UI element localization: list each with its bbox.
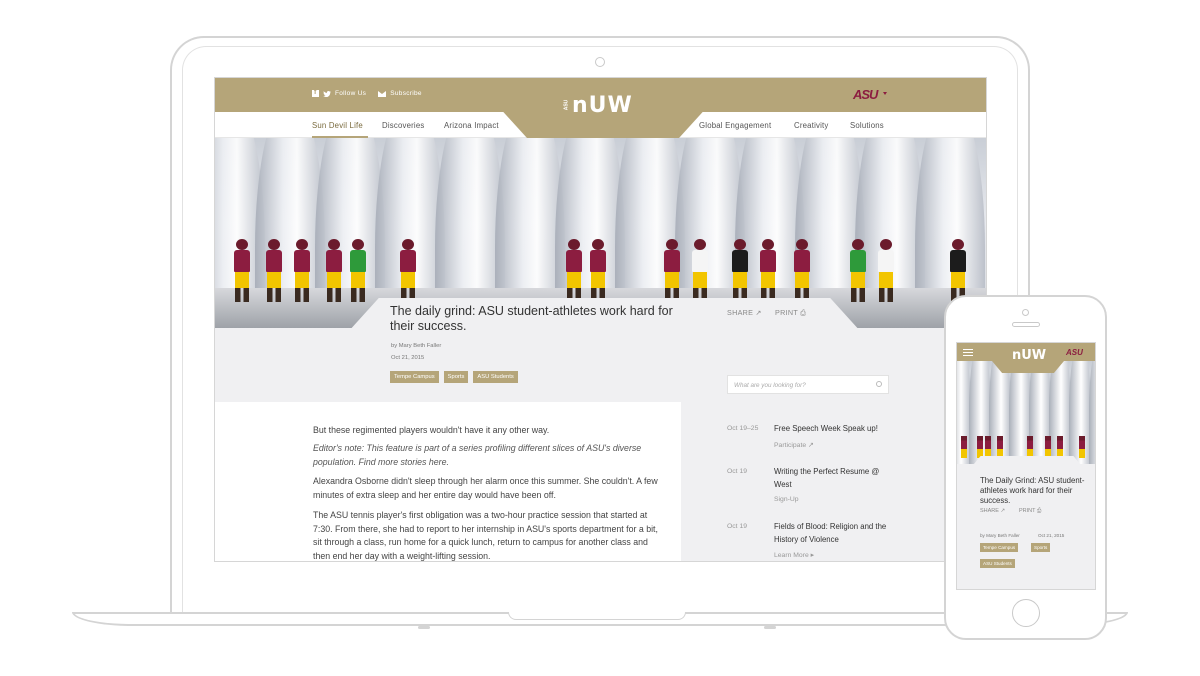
event-date: Oct 19 [727,468,748,475]
article-paragraph: The ASU tennis player's first obligation… [313,510,658,561]
event-link[interactable]: Learn More ▸ [774,551,814,559]
mobile-asu-logo[interactable]: ASU [1066,348,1083,357]
phone-screen: nUW ASU The Daily Grind: ASU student-ath… [956,342,1096,590]
mobile-asu-now-logo[interactable]: nUW [1012,348,1046,363]
chevron-down-icon[interactable] [883,92,887,95]
article-title: The daily grind: ASU student-athletes wo… [390,304,673,333]
share-button[interactable]: SHARE ↗ [727,308,762,317]
mobile-date: Oct 21, 2015 [1038,533,1065,538]
laptop-screen: Follow Us Subscribe ASU Sun Devil Life D… [214,77,987,562]
article-paragraph: Alexandra Osborne didn't sleep through h… [313,476,658,500]
print-button[interactable]: PRINT ⎙ [775,308,806,318]
search-placeholder: What are you looking for? [734,382,806,389]
nav-discoveries[interactable]: Discoveries [382,121,425,130]
nav-creativity[interactable]: Creativity [794,121,829,130]
mail-icon [378,90,387,97]
tag-tempe-campus[interactable]: Tempe Campus [390,371,439,383]
nav-solutions[interactable]: Solutions [850,121,884,130]
nav-arizona-impact[interactable]: Arizona Impact [444,121,499,130]
facebook-icon[interactable] [312,89,319,97]
mobile-byline: by Mary Beth Faller [980,533,1020,538]
event-link[interactable]: Sign-Up [774,496,799,503]
event-date: Oct 19–25 [727,425,759,432]
mobile-hero-notch [969,456,1085,470]
mobile-article-title: The Daily Grind: ASU student-athletes wo… [980,476,1085,505]
event-date: Oct 19 [727,523,748,530]
article-body: But these regimented players wouldn't ha… [215,402,681,561]
event-title[interactable]: Fields of Blood: Religion and the Histor… [774,521,894,546]
menu-icon[interactable] [963,349,973,356]
event-title[interactable]: Free Speech Week Speak up! [774,423,894,436]
event-title[interactable]: Writing the Perfect Resume @ West [774,466,894,491]
laptop-foot [418,626,430,629]
mobile-print-button[interactable]: PRINT ⎙ [1019,508,1041,515]
mobile-share-button[interactable]: SHARE ↗ [980,508,1005,514]
asu-logo[interactable]: ASU [853,87,878,102]
article-date: Oct 21, 2015 [391,355,425,361]
mobile-hero-image [957,361,1095,464]
twitter-icon[interactable] [323,90,331,97]
nav-sun-devil-life[interactable]: Sun Devil Life [312,121,363,130]
tag-sports[interactable]: Sports [443,371,469,383]
nav-global-engagement[interactable]: Global Engagement [699,121,771,130]
search-input[interactable]: What are you looking for? [727,375,889,394]
mobile-tag-tempe-campus[interactable]: Tempe Campus [980,543,1019,552]
social-links: Follow Us Subscribe [312,89,422,97]
phone-camera-icon [1022,309,1029,316]
logo-asu-mark: ASU [563,99,570,111]
subscribe-link[interactable]: Subscribe [390,90,422,97]
phone-home-button[interactable] [1012,599,1040,627]
laptop-foot [764,626,776,629]
laptop-camera-icon [595,57,605,67]
tag-asu-students[interactable]: ASU Students [473,371,518,383]
article-tags: Tempe Campus Sports ASU Students [390,371,518,383]
search-icon[interactable] [876,381,882,387]
mobile-tag-asu-students[interactable]: ASU Students [980,559,1015,568]
editors-note: Editor's note: This feature is part of a… [313,443,642,467]
follow-us-link[interactable]: Follow Us [335,90,366,97]
laptop-notch [508,612,686,620]
article-paragraph: But these regimented players wouldn't ha… [313,425,550,435]
asu-now-logo[interactable]: nUW [572,93,633,118]
mobile-tag-sports[interactable]: Sports [1031,543,1051,552]
article-byline: by Mary Beth Faller [391,343,442,349]
event-link[interactable]: Participate ↗ [774,441,814,449]
phone-speaker [1012,322,1040,327]
